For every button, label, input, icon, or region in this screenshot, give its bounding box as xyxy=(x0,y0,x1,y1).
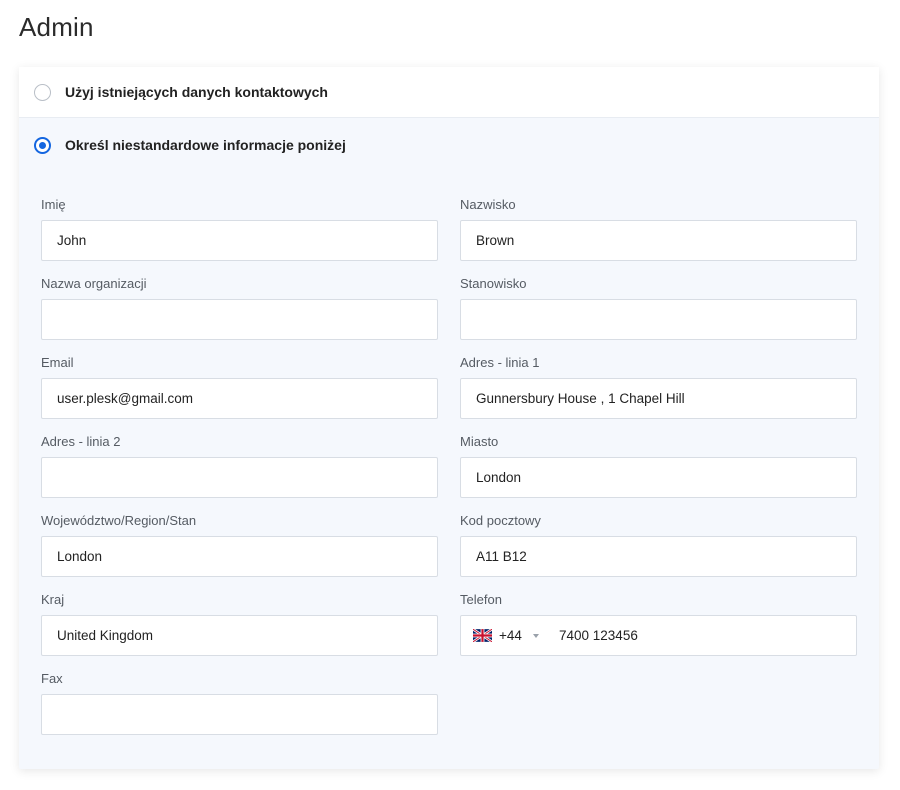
dial-code: +44 xyxy=(499,628,522,643)
fax-field[interactable] xyxy=(41,694,438,735)
email-label: Email xyxy=(41,355,74,370)
address-line1-field[interactable]: Gunnersbury House , 1 Chapel Hill xyxy=(460,378,857,419)
first-name-field[interactable]: John xyxy=(41,220,438,261)
custom-contact-label: Określ niestandardowe informacje poniżej xyxy=(65,137,346,153)
contact-info-panel: Użyj istniejących danych kontaktowych Ok… xyxy=(19,67,879,769)
last-name-label: Nazwisko xyxy=(460,197,516,212)
radio-existing-contact[interactable] xyxy=(34,83,51,101)
position-label: Stanowisko xyxy=(460,276,527,291)
postal-code-field[interactable]: A11 B12 xyxy=(460,536,857,577)
postal-code-label: Kod pocztowy xyxy=(460,513,541,528)
chevron-down-icon xyxy=(532,633,539,638)
address-line2-label: Adres - linia 2 xyxy=(41,434,121,449)
first-name-label: Imię xyxy=(41,197,66,212)
position-field[interactable] xyxy=(460,299,857,340)
country-field[interactable]: United Kingdom xyxy=(41,615,438,656)
state-field[interactable]: London xyxy=(41,536,438,577)
last-name-field[interactable]: Brown xyxy=(460,220,857,261)
address-line1-label: Adres - linia 1 xyxy=(460,355,540,370)
phone-number-input[interactable]: 7400 123456 xyxy=(559,628,638,643)
city-label: Miasto xyxy=(460,434,499,449)
organization-field[interactable] xyxy=(41,299,438,340)
custom-contact-option[interactable]: Określ niestandardowe informacje poniżej xyxy=(19,119,879,171)
country-label: Kraj xyxy=(41,592,65,607)
uk-flag-icon xyxy=(473,629,492,642)
phone-field: +44 7400 123456 xyxy=(460,615,857,656)
page-title: Admin xyxy=(19,12,94,42)
phone-label: Telefon xyxy=(460,592,502,607)
city-field[interactable]: London xyxy=(460,457,857,498)
state-label: Województwo/Region/Stan xyxy=(41,513,197,528)
organization-label: Nazwa organizacji xyxy=(41,276,147,291)
address-line2-field[interactable] xyxy=(41,457,438,498)
radio-custom-contact[interactable] xyxy=(34,136,51,154)
use-existing-contact-label: Użyj istniejących danych kontaktowych xyxy=(65,84,328,100)
email-field[interactable]: user.plesk@gmail.com xyxy=(41,378,438,419)
country-code-dropdown[interactable]: +44 xyxy=(461,616,551,655)
use-existing-contact-option[interactable]: Użyj istniejących danych kontaktowych xyxy=(19,67,879,118)
fax-label: Fax xyxy=(41,671,63,686)
